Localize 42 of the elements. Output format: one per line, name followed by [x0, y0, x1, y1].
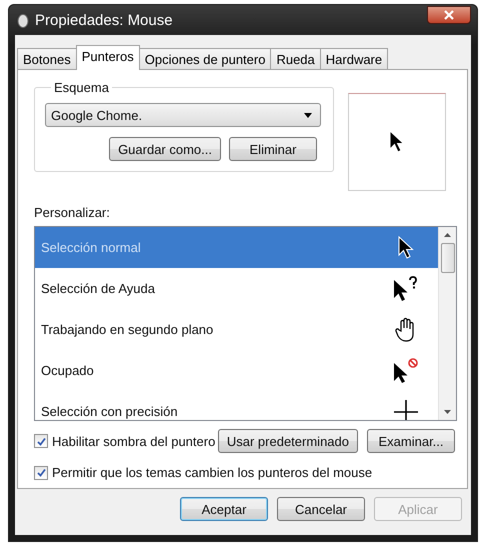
- busy-pointer-icon: [393, 358, 419, 384]
- pointer-list-item[interactable]: Selección con precisión: [35, 391, 438, 420]
- checkbox-label: Permitir que los temas cambien los punteros del mouse: [52, 465, 372, 480]
- tab[interactable]: Hardware: [320, 48, 388, 69]
- dialog-button[interactable]: Aceptar: [180, 497, 268, 521]
- pointer-name: Selección normal: [41, 240, 141, 255]
- pointer-name: Selección de Ayuda: [41, 281, 155, 296]
- dialog-button[interactable]: Cancelar: [277, 497, 365, 521]
- themes-checkbox-row[interactable]: Permitir que los temas cambien los punteros del mouse: [34, 465, 457, 480]
- close-button[interactable]: [427, 6, 471, 24]
- scheme-dropdown[interactable]: Google Chome.: [45, 103, 321, 127]
- tab[interactable]: Opciones de puntero: [138, 48, 272, 69]
- crosshair-icon: [393, 398, 419, 420]
- customize-label: Personalizar:: [34, 205, 111, 220]
- tab[interactable]: Punteros: [76, 45, 140, 70]
- scrollbar[interactable]: [438, 227, 456, 420]
- scheme-button[interactable]: Guardar como...: [109, 137, 221, 161]
- scroll-up-icon: [444, 233, 451, 237]
- group-label: Esquema: [53, 80, 110, 95]
- pointer-list-item[interactable]: Trabajando en segundo plano: [35, 309, 438, 350]
- window-title: Propiedades: Mouse: [35, 12, 174, 28]
- arrow-pointer-icon: [389, 130, 405, 154]
- pointer-button[interactable]: Examinar...: [367, 429, 455, 453]
- arrow-pointer-icon: [398, 236, 414, 260]
- pointer-list-item[interactable]: Ocupado: [35, 350, 438, 391]
- scrollbar-thumb[interactable]: [440, 243, 454, 273]
- scroll-down-icon: [444, 410, 451, 414]
- checkbox[interactable]: [34, 434, 48, 448]
- checkmark-icon: [36, 468, 46, 477]
- checkmark-icon: [36, 436, 46, 446]
- pointer-list-item[interactable]: Selección de Ayuda: [35, 268, 438, 309]
- scheme-button[interactable]: Eliminar: [229, 137, 317, 161]
- checkbox[interactable]: [34, 466, 48, 480]
- help-pointer-icon: [393, 276, 419, 302]
- pointer-button[interactable]: Usar predeterminado: [218, 429, 358, 453]
- dropdown-arrow-icon: [304, 112, 312, 118]
- tab[interactable]: Botones: [17, 48, 77, 69]
- pointer-name: Trabajando en segundo plano: [41, 322, 214, 337]
- pointer-name: Selección con precisión: [41, 404, 178, 419]
- pointer-name: Ocupado: [41, 363, 94, 378]
- close-icon: [444, 10, 454, 20]
- tab[interactable]: Rueda: [270, 48, 321, 69]
